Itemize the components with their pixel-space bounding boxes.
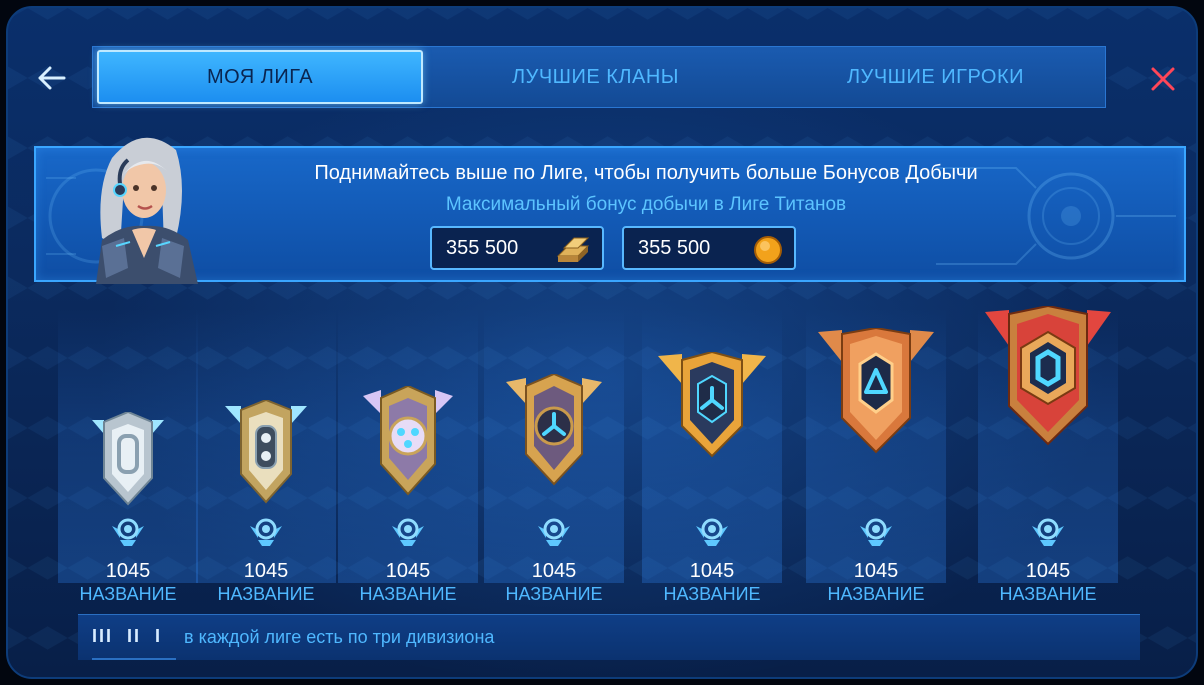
league-name: НАЗВАНИЕ — [217, 584, 315, 604]
banner-subtitle: Максимальный бонус добычи в Лиге Титанов — [445, 194, 847, 215]
league-name: НАЗВАНИЕ — [999, 584, 1097, 604]
league-item[interactable]: 1045 НАЗВАНИЕ — [642, 308, 782, 613]
league-item[interactable]: 1045 НАЗВАНИЕ — [484, 308, 624, 613]
reward-amount: 355 500 — [446, 236, 519, 259]
league-name: НАЗВАНИЕ — [359, 584, 457, 604]
rank-emblem-icon — [338, 516, 478, 548]
division-mark-2: II — [127, 626, 142, 646]
league-name: НАЗВАНИЕ — [505, 584, 603, 604]
rank-emblem-icon — [642, 516, 782, 548]
reward-gold-bars: 355 500 — [430, 226, 604, 270]
division-mark-1: I — [155, 626, 163, 646]
league-item[interactable]: 1045 НАЗВАНИЕ — [978, 306, 1118, 613]
rank-emblem-icon — [806, 516, 946, 548]
arrow-left-icon — [38, 66, 66, 90]
rank-emblem-icon — [196, 516, 336, 548]
gold-bars-icon — [554, 234, 592, 270]
close-icon — [1151, 67, 1175, 91]
tab-top-clans[interactable]: ЛУЧШИЕ КЛАНЫ — [423, 47, 768, 107]
league-name: НАЗВАНИЕ — [827, 584, 925, 604]
league-name: НАЗВАНИЕ — [79, 584, 177, 604]
league-badge-gold-dark — [484, 374, 624, 486]
league-score: 1045 — [243, 560, 289, 582]
close-button[interactable] — [1138, 56, 1188, 102]
division-info-bar: III II I в каждой лиге есть по три дивиз… — [78, 614, 1140, 660]
reward-coins: 355 500 — [622, 226, 796, 270]
league-badge-titan — [978, 306, 1118, 446]
tab-top-players[interactable]: ЛУЧШИЕ ИГРОКИ — [768, 47, 1103, 107]
advisor-avatar — [72, 128, 212, 284]
tab-bar: МОЯ ЛИГА ЛУЧШИЕ КЛАНЫ ЛУЧШИЕ ИГРОКИ — [92, 46, 1106, 108]
league-badge-gold-purple — [338, 386, 478, 496]
league-badge-silver-gold — [196, 400, 336, 504]
division-mark-3: III — [92, 626, 114, 646]
league-score: 1045 — [1025, 560, 1071, 582]
banner-title: Поднимайтесь выше по Лиге, чтобы получит… — [314, 162, 978, 184]
league-screen: МОЯ ЛИГА ЛУЧШИЕ КЛАНЫ ЛУЧШИЕ ИГРОКИ Подн… — [6, 6, 1198, 679]
league-score: 1045 — [853, 560, 899, 582]
league-badge-bronze — [806, 328, 946, 454]
league-item[interactable]: 1045 НАЗВАНИЕ — [58, 308, 198, 613]
rank-emblem-icon — [58, 516, 198, 548]
coin-icon — [752, 234, 784, 272]
league-score: 1045 — [385, 560, 431, 582]
league-item[interactable]: 1045 НАЗВАНИЕ — [196, 308, 336, 613]
rank-emblem-icon — [484, 516, 624, 548]
division-info-text: в каждой лиге есть по три дивизиона — [184, 627, 495, 647]
league-score: 1045 — [531, 560, 577, 582]
tab-my-league[interactable]: МОЯ ЛИГА — [97, 50, 423, 104]
league-item[interactable]: 1045 НАЗВАНИЕ — [338, 308, 478, 613]
league-score: 1045 — [689, 560, 735, 582]
league-badge-gold — [642, 352, 782, 458]
league-badge-silver — [58, 412, 198, 506]
back-button[interactable] — [30, 56, 74, 100]
division-marks: III II I — [92, 615, 177, 660]
reward-amount: 355 500 — [638, 236, 711, 259]
league-name: НАЗВАНИЕ — [663, 584, 761, 604]
rank-emblem-icon — [978, 516, 1118, 548]
league-score: 1045 — [105, 560, 151, 582]
league-item[interactable]: 1045 НАЗВАНИЕ — [806, 308, 946, 613]
